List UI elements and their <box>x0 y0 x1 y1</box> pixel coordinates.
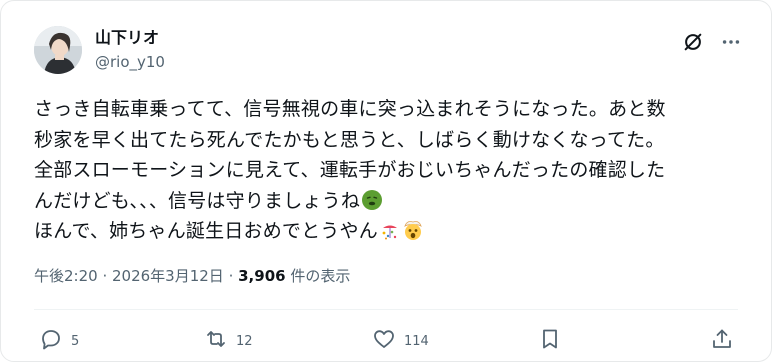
tweet-text: さっき自転車乗ってて、信号無視の車に突っ込まれそうになった。あと数 秒家を早く出… <box>34 94 746 247</box>
display-name[interactable]: 山下リオ <box>95 27 165 49</box>
tweet-meta: 午後2:20 · 2026年3月12日 · 3,906 件の表示 <box>34 266 350 286</box>
user-handle[interactable]: @rio_y10 <box>95 51 165 73</box>
tweet-line: 全部スローモーションに見えて、運転手がおじいちゃんだったの確認した <box>34 159 666 181</box>
nauseated-face-icon <box>361 189 383 211</box>
bookmark-button[interactable] <box>538 327 562 355</box>
reply-count: 5 <box>71 333 80 349</box>
tweet-time[interactable]: 午後2:20 <box>34 267 98 285</box>
bookmark-icon <box>538 327 562 355</box>
tweet-line: 秒家を早く出てたら死んでたかもと思うと、しばらく動けなくなってた。 <box>34 128 665 151</box>
divider <box>34 309 738 310</box>
reply-icon <box>39 327 63 355</box>
tweet-card: 山下リオ @rio_y10 さっき自転車乗ってて、信号無視の車に突っ込まれそうに… <box>0 0 772 362</box>
meta-separator: · <box>223 267 239 285</box>
avatar[interactable] <box>34 26 82 74</box>
retweet-count: 12 <box>236 333 253 349</box>
grok-icon[interactable] <box>681 30 705 54</box>
retweet-icon <box>204 327 228 355</box>
view-count: 3,906 <box>238 267 286 285</box>
header-actions <box>681 30 743 54</box>
tweet-line: さっき自転車乗ってて、信号無視の車に突っ込まれそうになった。あと数 <box>34 98 666 120</box>
view-count-label: 件の表示 <box>285 267 351 285</box>
tweet-line-text: んだけども、、、信号は守りましょうね <box>34 189 361 212</box>
more-options-icon[interactable] <box>719 30 743 54</box>
like-count: 114 <box>404 333 429 349</box>
like-button[interactable]: 114 <box>372 327 429 355</box>
reply-button[interactable]: 5 <box>39 327 79 355</box>
exploding-head-icon <box>402 219 424 241</box>
meta-separator: · <box>97 267 112 285</box>
confetti-ball-icon <box>379 219 401 241</box>
tweet-line: ほんで、姉ちゃん誕生日おめでとうやん <box>34 216 746 247</box>
tweet-line-text: ほんで、姉ちゃん誕生日おめでとうやん <box>34 220 378 242</box>
heart-icon <box>372 327 396 355</box>
tweet-date[interactable]: 2026年3月12日 <box>112 267 224 285</box>
share-icon <box>710 327 734 355</box>
tweet-line: んだけども、、、信号は守りましょうね <box>34 186 746 217</box>
author-block[interactable]: 山下リオ @rio_y10 <box>95 27 165 73</box>
retweet-button[interactable]: 12 <box>204 327 253 355</box>
action-bar: 5 12 114 <box>39 327 739 357</box>
share-button[interactable] <box>710 327 734 355</box>
